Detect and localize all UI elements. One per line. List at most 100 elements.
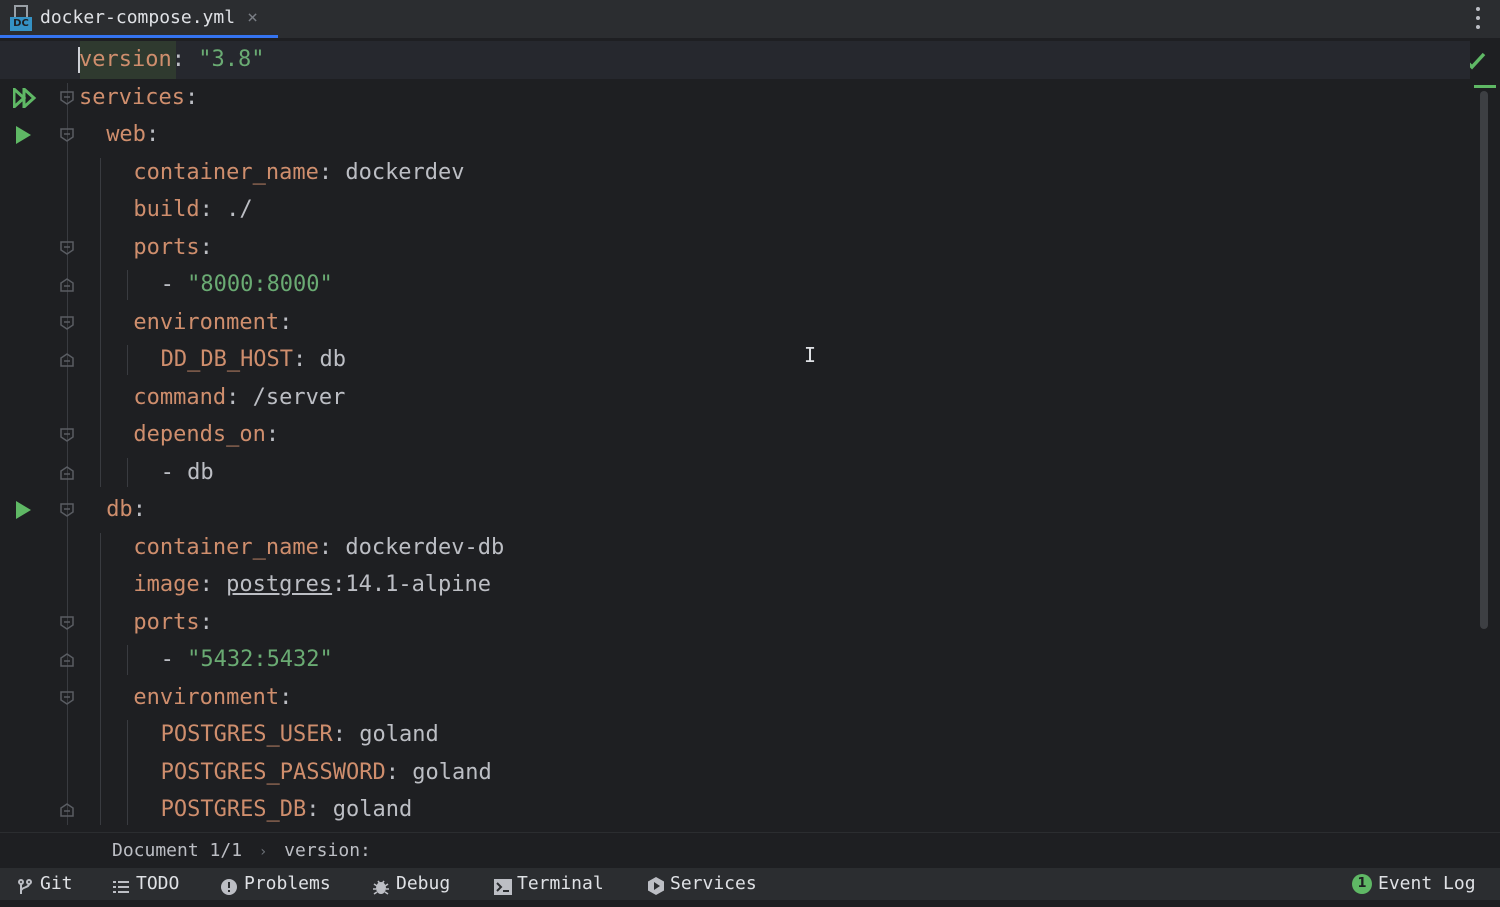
yaml-key: container_name <box>133 159 319 185</box>
toolbar-services-button[interactable]: Services <box>646 868 757 900</box>
yaml-separator: : <box>306 797 333 822</box>
code-line[interactable]: build: ./ <box>0 191 1470 229</box>
yaml-value: dockerdev-db <box>345 534 505 560</box>
toolbar-services-label: Services <box>670 873 757 894</box>
code-editor[interactable]: I version: "3.8" services: web: container_n… <box>0 39 1500 832</box>
run-service-icon[interactable] <box>16 501 31 519</box>
code-line[interactable]: POSTGRES_PASSWORD: goland <box>0 754 1470 792</box>
run-service-icon[interactable] <box>16 126 31 144</box>
toolbar-terminal-button[interactable]: Terminal <box>493 868 604 900</box>
yaml-value: goland <box>332 797 413 822</box>
yaml-separator: : <box>385 759 413 785</box>
fold-collapse-icon[interactable] <box>60 615 74 630</box>
yaml-key: depends_on <box>133 422 266 447</box>
code-text: - "5432:5432" <box>161 641 333 679</box>
breadcrumb: Document 1/1 › version: <box>0 832 1500 869</box>
fold-collapse-icon[interactable] <box>60 128 74 142</box>
vertical-scrollbar[interactable] <box>1480 91 1488 629</box>
scrollbar-marker <box>1474 85 1496 88</box>
yaml-key: build <box>133 197 200 222</box>
code-line[interactable]: environment: <box>0 304 1470 342</box>
yaml-key: command <box>133 384 227 410</box>
list-dash: - <box>160 647 188 672</box>
code-line[interactable]: version: "3.8" <box>0 41 1470 79</box>
code-text: POSTGRES_PASSWORD: goland <box>161 754 492 792</box>
code-text: POSTGRES_DB: goland <box>161 791 413 829</box>
fold-end-icon[interactable] <box>60 653 74 667</box>
image-link[interactable]: postgres <box>226 572 332 597</box>
fold-collapse-icon[interactable] <box>60 428 74 442</box>
fold-end-icon[interactable] <box>60 353 74 367</box>
close-icon[interactable]: × <box>247 7 258 28</box>
fold-end-icon[interactable] <box>60 803 74 817</box>
problems-icon <box>220 875 238 895</box>
yaml-value: goland <box>359 722 439 747</box>
yaml-value: goland <box>412 759 492 785</box>
breadcrumb-version[interactable]: version: <box>284 840 371 861</box>
code-text: - "8000:8000" <box>161 266 333 304</box>
code-text: version: "3.8" <box>79 41 264 79</box>
list-dash: - <box>160 459 188 485</box>
code-line[interactable]: ports: <box>0 604 1470 642</box>
more-options-icon[interactable] <box>1474 4 1482 32</box>
code-line[interactable]: depends_on: <box>0 416 1470 454</box>
code-line[interactable]: environment: <box>0 679 1470 717</box>
code-line[interactable]: container_name: dockerdev-db <box>0 529 1470 567</box>
code-line[interactable]: db: <box>0 491 1470 529</box>
toolbar-terminal-label: Terminal <box>517 873 604 894</box>
toolbar-problems-label: Problems <box>244 873 331 894</box>
yaml-separator: : <box>318 159 346 185</box>
code-text: db: <box>106 491 146 529</box>
code-line[interactable]: DD_DB_HOST: db <box>0 341 1470 379</box>
toolbar-todo-button[interactable]: TODO <box>112 868 179 900</box>
fold-collapse-icon[interactable] <box>60 690 74 705</box>
code-line[interactable]: container_name: dockerdev <box>0 154 1470 192</box>
services-icon <box>646 875 664 895</box>
breadcrumb-document[interactable]: Document 1/1 <box>112 840 242 861</box>
code-line[interactable]: command: /server <box>0 379 1470 417</box>
code-line[interactable]: image: postgres:14.1-alpine <box>0 566 1470 604</box>
yaml-key: web <box>106 122 146 147</box>
fold-collapse-icon[interactable] <box>60 90 74 105</box>
yaml-separator: : <box>199 572 227 597</box>
code-line[interactable]: ports: <box>0 229 1470 267</box>
code-text: environment: <box>133 304 292 342</box>
toolbar-git-label: Git <box>40 873 73 894</box>
yaml-key: DD_DB_HOST <box>160 347 294 372</box>
code-line[interactable]: web: <box>0 116 1470 154</box>
yaml-value: "3.8" <box>198 47 265 72</box>
tab-docker-compose[interactable]: DC docker-compose.yml × <box>0 0 278 38</box>
bug-icon <box>372 875 390 895</box>
code-text: build: ./ <box>133 191 252 229</box>
terminal-icon <box>493 875 512 895</box>
yaml-separator: : <box>199 609 213 635</box>
toolbar-debug-button[interactable]: Debug <box>372 868 450 900</box>
code-line[interactable]: - "8000:8000" <box>0 266 1470 304</box>
fold-end-icon[interactable] <box>60 465 74 480</box>
fold-end-icon[interactable] <box>60 278 74 292</box>
yaml-value: dockerdev <box>345 159 465 185</box>
toolbar-problems-button[interactable]: Problems <box>220 868 331 900</box>
code-text: ports: <box>133 604 212 642</box>
yaml-key: container_name <box>133 534 319 560</box>
code-text: web: <box>106 116 159 154</box>
code-line[interactable]: - "5432:5432" <box>0 641 1470 679</box>
yaml-value: "8000:8000" <box>187 272 333 297</box>
docker-compose-file-icon: DC <box>10 4 32 31</box>
code-text: - db <box>161 454 214 492</box>
code-line[interactable]: POSTGRES_USER: goland <box>0 716 1470 754</box>
toolbar-event-log-button[interactable]: 1 Event Log <box>1352 868 1476 900</box>
fold-collapse-icon[interactable] <box>60 315 74 330</box>
yaml-separator: : <box>226 384 253 410</box>
code-line[interactable]: - db <box>0 454 1470 492</box>
code-line[interactable]: services: <box>0 79 1470 117</box>
toolbar-git-button[interactable]: Git <box>16 868 73 900</box>
yaml-key: environment <box>133 309 280 335</box>
code-line[interactable]: POSTGRES_DB: goland <box>0 791 1470 829</box>
run-all-services-icon[interactable] <box>13 87 37 108</box>
fold-collapse-icon[interactable] <box>60 240 74 255</box>
yaml-key: environment <box>133 684 280 710</box>
toolbar-debug-label: Debug <box>396 873 451 894</box>
fold-collapse-icon[interactable] <box>60 503 74 517</box>
git-branch-icon <box>16 875 34 894</box>
